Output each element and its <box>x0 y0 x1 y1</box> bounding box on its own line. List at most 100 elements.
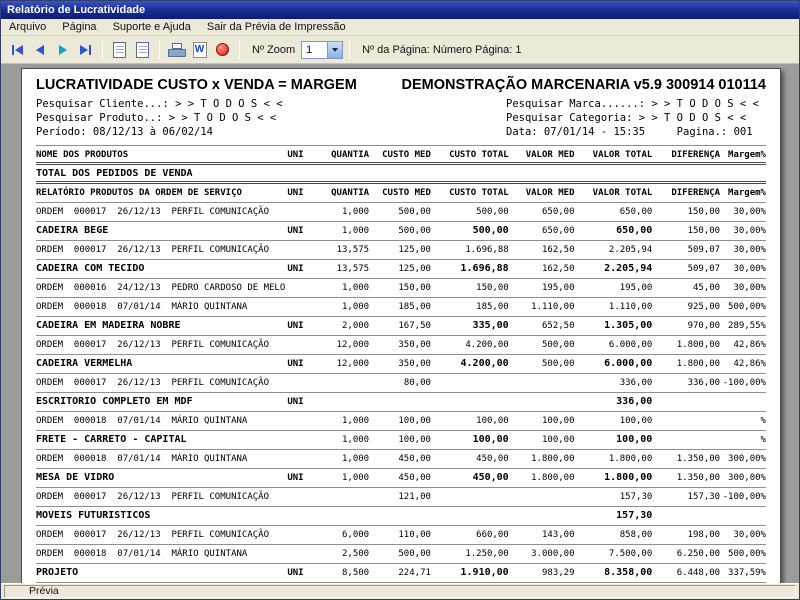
last-page-button[interactable] <box>75 40 96 60</box>
table-cell: ORDEM 000018 07/01/14 MÁRIO QUINTANA <box>36 545 287 563</box>
table-row: ORDEM 000017 26/12/13 PERFIL COMUNICAÇÃO… <box>36 336 766 355</box>
table-cell: 509,07 <box>652 260 720 278</box>
table-cell: ORDEM 000017 26/12/13 PERFIL COMUNICAÇÃO <box>36 488 287 506</box>
table-cell: 1.800,00 <box>575 450 653 468</box>
table-cell: 1.800,00 <box>652 336 720 354</box>
zoom-dropdown-button[interactable] <box>327 42 342 58</box>
table-row: MESA DE VIDROUNI1,000450,00450,001.800,0… <box>36 469 766 488</box>
table-cell: UNI <box>287 355 313 373</box>
table-cell: 6.000,00 <box>575 336 653 354</box>
table-cell: 3.000,00 <box>509 545 575 563</box>
toolbar-separator <box>239 41 240 59</box>
preview-workspace: LUCRATIVIDADE CUSTO x VENDA = MARGEM DEM… <box>1 64 799 583</box>
table-cell: 42,86% <box>720 336 766 354</box>
table-cell: 1.250,00 <box>431 545 509 563</box>
table-cell <box>720 165 766 181</box>
table-cell: 150,00 <box>431 279 509 297</box>
first-page-button[interactable] <box>6 40 27 60</box>
printer-icon <box>168 43 186 57</box>
filter-periodo: Período: 08/12/13 à 06/02/14 <box>36 125 506 139</box>
table-cell: 983,29 <box>509 564 575 582</box>
table-cell: 150,00 <box>652 222 720 240</box>
table-cell: 100,00 <box>431 431 509 449</box>
table-cell: 970,00 <box>652 317 720 335</box>
table-cell: 1,000 <box>313 222 369 240</box>
table-cell: 509,07 <box>652 241 720 259</box>
table-cell: UNI <box>287 317 313 335</box>
table-cell: 12,000 <box>313 336 369 354</box>
table-cell: ESCRITORIO COMPLETO EM MDF <box>36 393 287 411</box>
menu-sair-da-previa[interactable]: Sair da Prévia de Impressão <box>199 20 354 34</box>
table-cell: 110,00 <box>369 526 431 544</box>
table-cell: 660,00 <box>431 526 509 544</box>
table-cell <box>287 165 313 181</box>
table-cell <box>369 165 431 181</box>
table-cell: 336,00 <box>575 393 653 411</box>
table-cell: ORDEM 000018 07/01/14 MÁRIO QUINTANA <box>36 412 287 430</box>
table-cell: 125,00 <box>369 241 431 259</box>
table-subheader-row: RELATÓRIO PRODUTOS DA ORDEM DE SERVIÇOUN… <box>36 184 766 203</box>
table-cell: UNI <box>287 564 313 582</box>
table-cell: 289,55% <box>720 317 766 335</box>
two-page-view-button[interactable] <box>132 40 153 60</box>
table-cell <box>287 545 313 563</box>
one-page-view-button[interactable] <box>109 40 130 60</box>
print-button[interactable] <box>166 40 187 60</box>
table-cell: 162,50 <box>509 241 575 259</box>
table-cell: VALOR TOTAL <box>575 146 653 162</box>
table-cell: 45,00 <box>652 279 720 297</box>
table-cell: 650,00 <box>575 203 653 221</box>
table-cell <box>431 393 509 411</box>
table-row: CADEIRA COM TECIDOUNI13,575125,001.696,8… <box>36 260 766 279</box>
multi-page-icon <box>136 42 149 58</box>
table-cell: QUANTIA <box>313 184 369 202</box>
table-cell: 100,00 <box>509 431 575 449</box>
table-cell <box>431 507 509 525</box>
table-cell: -100,00% <box>720 374 766 392</box>
table-cell: 125,00 <box>369 260 431 278</box>
table-cell: 1.800,00 <box>509 469 575 487</box>
menu-arquivo[interactable]: Arquivo <box>1 20 54 34</box>
table-cell: UNI <box>287 260 313 278</box>
table-row: CADEIRA BEGEUNI1,000500,00500,00650,0065… <box>36 222 766 241</box>
table-cell: 2.205,94 <box>575 241 653 259</box>
table-row: FRETE - CARRETO - CAPITAL1,000100,00100,… <box>36 431 766 450</box>
table-cell: 450,00 <box>369 469 431 487</box>
table-row: MOVEIS FUTURISTICOS157,30 <box>36 507 766 526</box>
table-cell: TOTAL DOS PEDIDOS DE VENDA <box>36 165 287 181</box>
table-cell: VALOR MED <box>509 184 575 202</box>
table-cell: 157,30 <box>575 488 653 506</box>
table-row: ORDEM 000018 07/01/14 MÁRIO QUINTANA1,00… <box>36 450 766 469</box>
table-header-row: NOME DOS PRODUTOSUNIQUANTIACUSTO MEDCUST… <box>36 146 766 165</box>
table-cell <box>313 374 369 392</box>
close-preview-button[interactable] <box>212 40 233 60</box>
table-cell: ORDEM 000017 26/12/13 PERFIL COMUNICAÇÃO <box>36 526 287 544</box>
next-page-button[interactable] <box>52 40 73 60</box>
table-row: ORDEM 000017 26/12/13 PERFIL COMUNICAÇÃO… <box>36 203 766 222</box>
zoom-label: Nº Zoom <box>252 44 295 56</box>
table-row: ORDEM 000016 24/12/13 PEDRO CARDOSO DE M… <box>36 279 766 298</box>
table-cell <box>431 374 509 392</box>
menu-suporte-e-ajuda[interactable]: Suporte e Ajuda <box>105 20 199 34</box>
table-cell: 300,00% <box>720 450 766 468</box>
table-cell: 162,50 <box>509 260 575 278</box>
table-cell: 13,575 <box>313 260 369 278</box>
table-cell: ORDEM 000017 26/12/13 PERFIL COMUNICAÇÃO <box>36 336 287 354</box>
table-row: ORDEM 000017 26/12/13 PERFIL COMUNICAÇÃO… <box>36 241 766 260</box>
table-cell <box>509 374 575 392</box>
table-cell: % <box>720 431 766 449</box>
preview-page[interactable]: LUCRATIVIDADE CUSTO x VENDA = MARGEM DEM… <box>21 68 781 583</box>
table-cell: 450,00 <box>431 469 509 487</box>
previous-page-button[interactable] <box>29 40 50 60</box>
table-cell <box>313 488 369 506</box>
menu-pagina[interactable]: Página <box>54 20 104 34</box>
zoom-select[interactable]: 1 <box>301 41 343 59</box>
table-cell: 30,00% <box>720 222 766 240</box>
table-cell: 150,00 <box>369 279 431 297</box>
table-cell <box>431 165 509 181</box>
export-word-button[interactable]: W <box>189 40 210 60</box>
table-cell: 500,00 <box>369 203 431 221</box>
table-cell: ORDEM 000018 07/01/14 MÁRIO QUINTANA <box>36 450 287 468</box>
table-cell: 1.110,00 <box>575 298 653 316</box>
app-window: Relatório de Lucratividade Arquivo Págin… <box>0 0 800 600</box>
